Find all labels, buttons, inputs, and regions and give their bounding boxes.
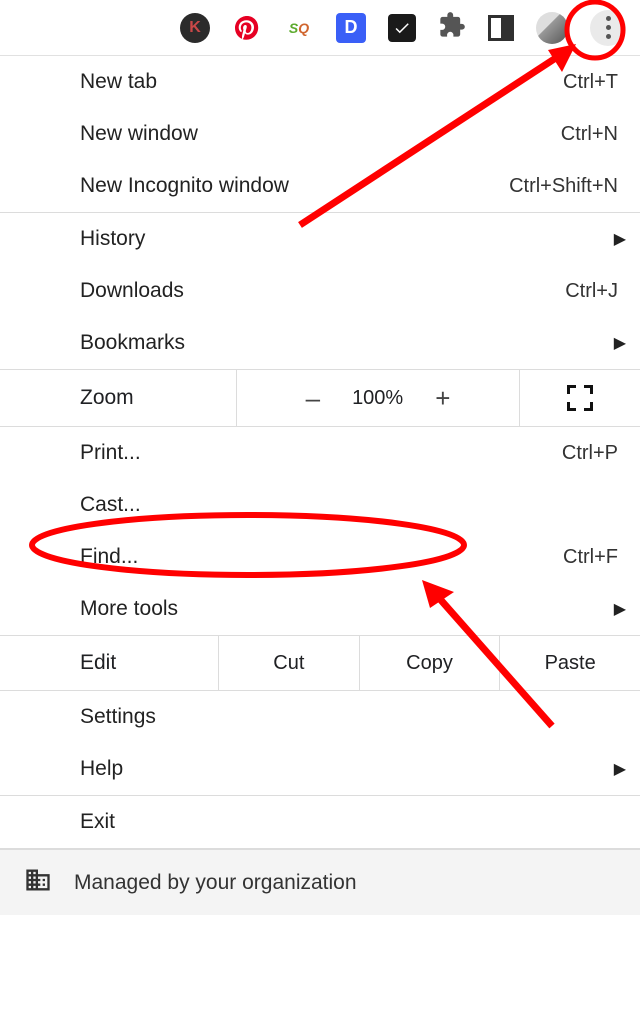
chevron-right-icon: ▶ <box>614 333 626 353</box>
menu-new-tab[interactable]: New tab Ctrl+T <box>0 56 640 108</box>
zoom-out-button[interactable]: – <box>306 383 320 414</box>
menu-label: Help <box>80 757 123 781</box>
chevron-right-icon: ▶ <box>614 229 626 249</box>
zoom-label: Zoom <box>0 386 236 410</box>
more-menu-button[interactable] <box>590 10 626 46</box>
shortcut-text: Ctrl+P <box>562 442 618 465</box>
menu-bookmarks[interactable]: Bookmarks ▶ <box>0 317 640 369</box>
extension-check-icon[interactable] <box>388 14 416 42</box>
fullscreen-icon <box>567 385 593 411</box>
edit-paste-button[interactable]: Paste <box>499 636 640 690</box>
shortcut-text: Ctrl+F <box>563 546 618 569</box>
menu-label: Find... <box>80 545 138 569</box>
managed-label: Managed by your organization <box>74 871 357 895</box>
chrome-main-menu: New tab Ctrl+T New window Ctrl+N New Inc… <box>0 56 640 915</box>
chevron-right-icon: ▶ <box>614 599 626 619</box>
menu-label: New Incognito window <box>80 174 289 198</box>
menu-new-window[interactable]: New window Ctrl+N <box>0 108 640 160</box>
shortcut-text: Ctrl+N <box>561 123 618 146</box>
menu-exit[interactable]: Exit <box>0 796 640 848</box>
menu-label: New tab <box>80 70 157 94</box>
organization-icon <box>24 866 52 900</box>
pinterest-icon[interactable] <box>232 13 262 43</box>
menu-label: Print... <box>80 441 141 465</box>
edit-cut-button[interactable]: Cut <box>218 636 359 690</box>
menu-downloads[interactable]: Downloads Ctrl+J <box>0 265 640 317</box>
menu-print[interactable]: Print... Ctrl+P <box>0 427 640 479</box>
chevron-right-icon: ▶ <box>614 759 626 779</box>
menu-more-tools[interactable]: More tools ▶ <box>0 583 640 635</box>
menu-label: New window <box>80 122 198 146</box>
shortcut-text: Ctrl+Shift+N <box>509 175 618 198</box>
shortcut-text: Ctrl+J <box>565 280 618 303</box>
extension-d-icon[interactable]: D <box>336 13 366 43</box>
profile-avatar-icon[interactable] <box>536 12 568 44</box>
menu-settings[interactable]: Settings <box>0 691 640 743</box>
browser-toolbar: K SQ D <box>0 0 640 56</box>
extension-sq-icon[interactable]: SQ <box>284 13 314 43</box>
zoom-in-button[interactable]: + <box>435 383 450 414</box>
managed-by-org[interactable]: Managed by your organization <box>0 849 640 915</box>
menu-label: Settings <box>80 705 156 729</box>
zoom-controls: – 100% + <box>236 370 520 426</box>
side-panel-icon[interactable] <box>488 15 514 41</box>
edit-copy-button[interactable]: Copy <box>359 636 500 690</box>
menu-label: Cast... <box>80 493 141 517</box>
menu-new-incognito[interactable]: New Incognito window Ctrl+Shift+N <box>0 160 640 212</box>
fullscreen-button[interactable] <box>520 385 640 411</box>
zoom-value: 100% <box>352 387 403 410</box>
edit-label: Edit <box>0 651 218 675</box>
menu-edit-row: Edit Cut Copy Paste <box>0 635 640 691</box>
menu-help[interactable]: Help ▶ <box>0 743 640 795</box>
menu-cast[interactable]: Cast... <box>0 479 640 531</box>
extension-k-icon[interactable]: K <box>180 13 210 43</box>
menu-find[interactable]: Find... Ctrl+F <box>0 531 640 583</box>
menu-label: Downloads <box>80 279 184 303</box>
menu-label: Exit <box>80 810 115 834</box>
menu-label: Bookmarks <box>80 331 185 355</box>
menu-history[interactable]: History ▶ <box>0 213 640 265</box>
menu-label: More tools <box>80 597 178 621</box>
menu-label: History <box>80 227 145 251</box>
shortcut-text: Ctrl+T <box>563 71 618 94</box>
menu-zoom-row: Zoom – 100% + <box>0 369 640 427</box>
extensions-icon[interactable] <box>438 11 466 45</box>
